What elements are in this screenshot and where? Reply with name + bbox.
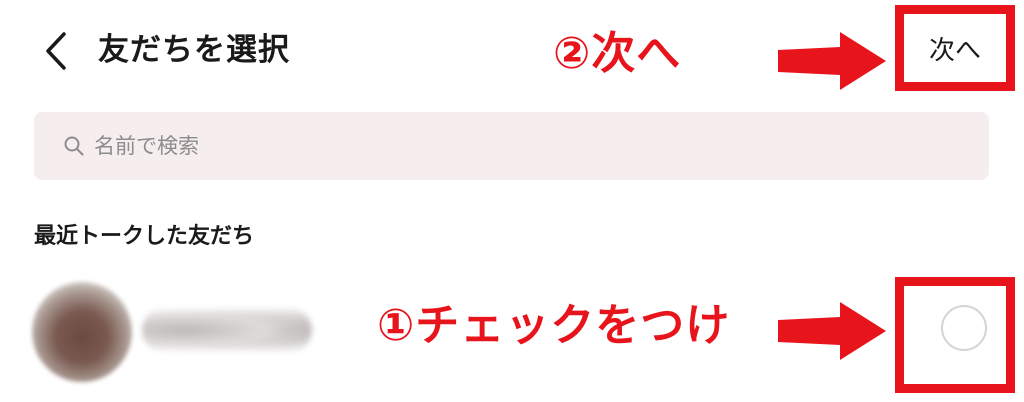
section-title-recent-friends: 最近トークした友だち: [34, 224, 255, 249]
back-button[interactable]: [38, 28, 78, 74]
next-button-label: 次へ: [928, 35, 981, 66]
annotation-arrow-next-icon: [778, 32, 886, 90]
annotation-arrow-check-icon: [778, 302, 886, 360]
search-icon: [64, 136, 84, 156]
annotation-next-note: ②次へ: [553, 28, 682, 79]
next-button[interactable]: 次へ: [895, 5, 1015, 91]
chevron-left-icon: [46, 32, 66, 70]
avatar: [32, 282, 132, 382]
friend-select-checkbox[interactable]: [941, 305, 987, 351]
page-title: 友だちを選択: [98, 32, 290, 68]
search-input[interactable]: [94, 134, 694, 158]
annotation-check-note: ①チェックをつけ: [377, 300, 731, 351]
search-bar[interactable]: [34, 112, 989, 180]
friend-name-redacted: [142, 308, 312, 352]
